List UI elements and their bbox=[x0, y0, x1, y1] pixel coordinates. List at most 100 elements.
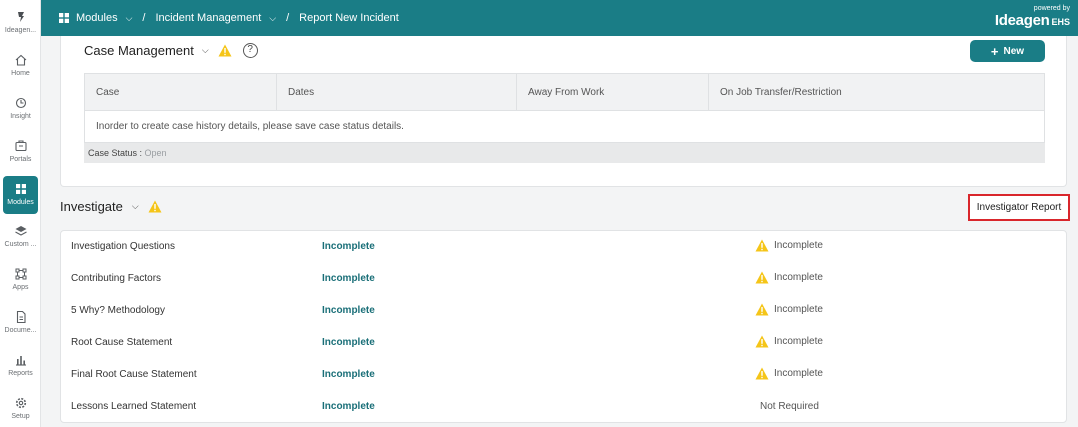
chevron-down-icon[interactable]: ⌵ bbox=[126, 13, 133, 24]
plus-icon: + bbox=[990, 43, 999, 59]
insight-icon bbox=[15, 97, 26, 109]
item-result-text: Incomplete bbox=[774, 336, 823, 347]
reports-icon bbox=[15, 356, 26, 366]
warning-icon bbox=[218, 44, 232, 57]
powered-by-text: powered by bbox=[1033, 5, 1070, 12]
case-management-card: Case Management ⌵ ? + New Case Dates Awa… bbox=[60, 36, 1067, 187]
list-item[interactable]: Root Cause Statement Incomplete Incomple… bbox=[61, 327, 1066, 359]
item-result-text: Incomplete bbox=[774, 272, 823, 283]
sidebar-item-portals[interactable]: Portals bbox=[0, 139, 41, 164]
chevron-down-icon[interactable]: ⌵ bbox=[132, 201, 139, 212]
item-name[interactable]: Lessons Learned Statement bbox=[71, 401, 196, 412]
sidebar-item-documents[interactable]: Docume... bbox=[0, 310, 41, 335]
document-icon bbox=[16, 310, 26, 324]
portals-icon bbox=[14, 140, 27, 152]
warning-icon bbox=[755, 367, 769, 380]
sidebar-item-reports[interactable]: Reports bbox=[0, 353, 41, 378]
section-title: Case Management bbox=[84, 43, 194, 58]
warning-icon bbox=[755, 335, 769, 348]
list-item[interactable]: Final Root Cause Statement Incomplete In… bbox=[61, 359, 1066, 391]
item-name[interactable]: Final Root Cause Statement bbox=[71, 369, 197, 380]
breadcrumb-modules[interactable]: Modules bbox=[76, 12, 118, 24]
investigate-card: Investigation Questions Incomplete Incom… bbox=[60, 230, 1067, 423]
chevron-down-icon[interactable]: ⌵ bbox=[269, 13, 276, 24]
item-result: Incomplete bbox=[755, 303, 823, 316]
gear-icon bbox=[15, 397, 26, 409]
item-result: Incomplete bbox=[755, 239, 823, 252]
sidebar-item-home[interactable]: Home bbox=[0, 53, 41, 78]
apps-icon bbox=[15, 268, 26, 280]
table-empty-message: Inorder to create case history details, … bbox=[84, 111, 1045, 143]
warning-icon bbox=[755, 303, 769, 316]
warning-icon bbox=[755, 271, 769, 284]
chevron-down-icon[interactable]: ⌵ bbox=[202, 45, 209, 56]
breadcrumb: Modules ⌵ / Incident Management ⌵ / Repo… bbox=[59, 12, 399, 24]
list-item[interactable]: Contributing Factors Incomplete Incomple… bbox=[61, 263, 1066, 295]
item-result: Incomplete bbox=[755, 367, 823, 380]
item-result-text: Not Required bbox=[760, 401, 819, 412]
breadcrumb-separator: / bbox=[286, 12, 290, 24]
help-icon[interactable]: ? bbox=[242, 43, 258, 58]
sidebar-item-label: Setup bbox=[11, 413, 30, 420]
sidebar-item-label: Reports bbox=[8, 370, 33, 377]
sidebar-item-insight[interactable]: Insight bbox=[0, 96, 41, 121]
sidebar-item-custom[interactable]: Custom ... bbox=[0, 224, 41, 249]
item-result: Incomplete bbox=[755, 271, 823, 284]
list-item[interactable]: 5 Why? Methodology Incomplete Incomplete bbox=[61, 295, 1066, 327]
sidebar-item-label: Insight bbox=[10, 113, 31, 120]
sidebar-item-label: Modules bbox=[7, 199, 34, 206]
list-item[interactable]: Lessons Learned Statement Incomplete Not… bbox=[61, 391, 1066, 423]
brand-name: Ideagen bbox=[994, 12, 1050, 29]
case-status-label: Case Status : bbox=[88, 148, 143, 158]
table-header: Case Dates Away From Work On Job Transfe… bbox=[84, 73, 1045, 111]
item-result-text: Incomplete bbox=[774, 240, 823, 251]
item-name[interactable]: Investigation Questions bbox=[71, 241, 175, 252]
item-status[interactable]: Incomplete bbox=[322, 241, 375, 252]
item-status[interactable]: Incomplete bbox=[322, 337, 375, 348]
breadcrumb-incident-management[interactable]: Incident Management bbox=[155, 12, 261, 24]
sidebar-item-label: Home bbox=[11, 70, 30, 77]
item-status[interactable]: Incomplete bbox=[322, 369, 375, 380]
warning-icon bbox=[755, 239, 769, 252]
new-case-button[interactable]: + New bbox=[970, 40, 1045, 62]
sidebar-item-label: Ideagen... bbox=[4, 27, 37, 34]
ideagen-logo-icon bbox=[17, 12, 24, 22]
item-status[interactable]: Incomplete bbox=[322, 305, 375, 316]
item-name[interactable]: Root Cause Statement bbox=[71, 337, 172, 348]
investigate-header[interactable]: Investigate ⌵ bbox=[60, 199, 162, 214]
sidebar-item-ideagen[interactable]: Ideagen... bbox=[0, 10, 41, 35]
investigator-report-button[interactable]: Investigator Report bbox=[968, 194, 1070, 221]
sidebar-item-modules[interactable]: Modules bbox=[3, 176, 38, 214]
item-status[interactable]: Incomplete bbox=[322, 401, 375, 412]
item-result: Not Required bbox=[760, 401, 819, 412]
sidebar-item-label: Custom ... bbox=[4, 241, 37, 248]
item-result-text: Incomplete bbox=[774, 304, 823, 315]
item-status[interactable]: Incomplete bbox=[322, 273, 375, 284]
sidebar: Ideagen... Home Insight Portals Modules … bbox=[0, 0, 41, 427]
case-management-header[interactable]: Case Management ⌵ ? bbox=[84, 43, 258, 58]
case-status-row: Case Status : Open bbox=[84, 143, 1045, 163]
warning-icon bbox=[148, 200, 162, 213]
item-name[interactable]: 5 Why? Methodology bbox=[71, 305, 165, 316]
sidebar-item-label: Portals bbox=[9, 156, 32, 163]
column-header-job-transfer[interactable]: On Job Transfer/Restriction bbox=[709, 74, 1044, 110]
sidebar-item-apps[interactable]: Apps bbox=[0, 267, 41, 292]
column-header-dates[interactable]: Dates bbox=[277, 74, 517, 110]
column-header-away-from-work[interactable]: Away From Work bbox=[517, 74, 709, 110]
sidebar-item-label: Docume... bbox=[4, 327, 37, 334]
brand-logo: powered by Ideagen EHS bbox=[995, 5, 1070, 28]
breadcrumb-report-new-incident: Report New Incident bbox=[299, 12, 399, 24]
item-result: Incomplete bbox=[755, 335, 823, 348]
top-bar: Modules ⌵ / Incident Management ⌵ / Repo… bbox=[41, 0, 1078, 36]
case-table: Case Dates Away From Work On Job Transfe… bbox=[84, 73, 1045, 163]
modules-icon bbox=[15, 184, 26, 194]
item-name[interactable]: Contributing Factors bbox=[71, 273, 161, 284]
section-title: Investigate bbox=[60, 199, 123, 214]
sidebar-item-label: Apps bbox=[12, 284, 29, 291]
new-button-label: New bbox=[1003, 45, 1025, 57]
brand-suffix: EHS bbox=[1051, 17, 1070, 27]
case-status-value: Open bbox=[144, 148, 167, 158]
sidebar-item-setup[interactable]: Setup bbox=[0, 396, 41, 421]
list-item[interactable]: Investigation Questions Incomplete Incom… bbox=[61, 231, 1066, 263]
column-header-case[interactable]: Case bbox=[85, 74, 277, 110]
